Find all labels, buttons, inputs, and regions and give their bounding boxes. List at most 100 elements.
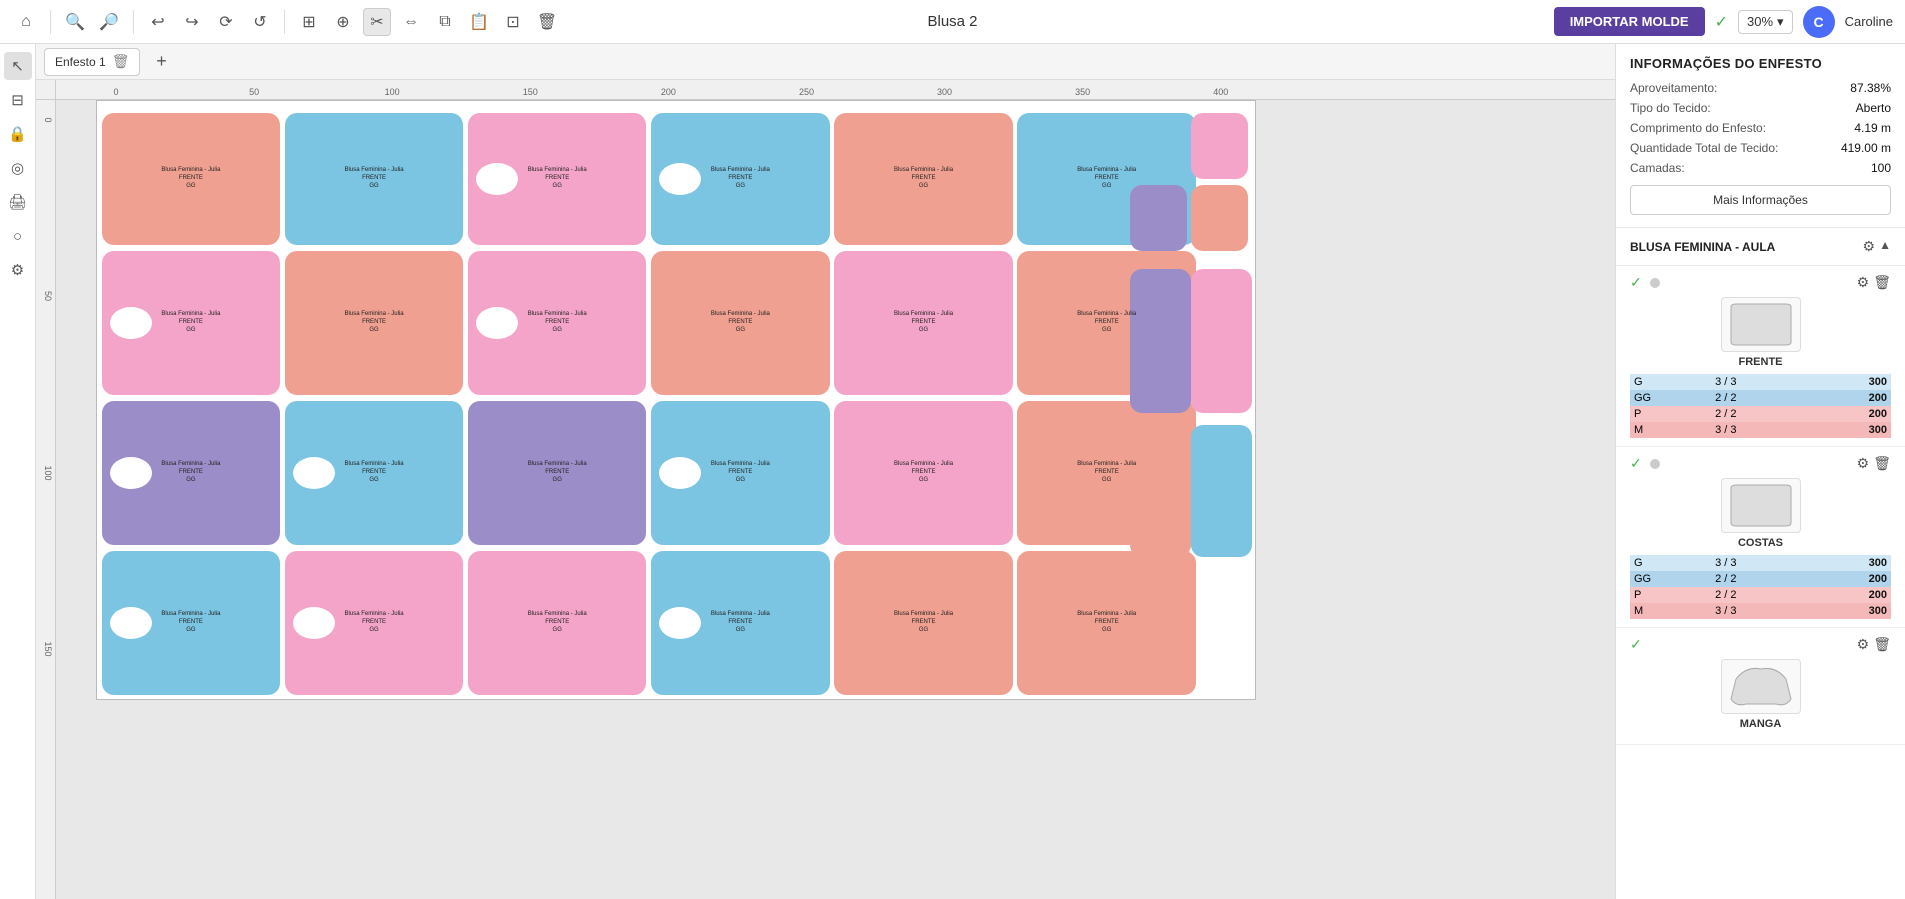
aproveitamento-label: Aproveitamento: [1630,81,1717,95]
pattern-piece[interactable]: Blusa Feminina - JuliaFRENTEGG [285,251,463,395]
zoom-control[interactable]: 30% ▾ [1738,10,1793,34]
pattern-piece[interactable]: Blusa Feminina - JuliaFRENTEGG [651,251,829,395]
pattern-piece[interactable]: Blusa Feminina - JuliaFRENTEGG [468,401,646,545]
main-area: ↖ ⊟ 🔒 ◎ 🖨 ○ ⚙ Enfesto 1 🗑 + 050100150200… [0,44,1905,899]
blusa-settings-icon[interactable]: ⚙ [1863,238,1876,255]
sidebar-settings-icon[interactable]: ⚙ [4,256,32,284]
manga-shape [1726,664,1796,709]
frente-name: FRENTE [1630,356,1891,368]
tipo-tecido-row: Tipo do Tecido: Aberto [1630,101,1891,115]
size-row: M 3 / 3 300 [1630,422,1891,438]
qtd-tecido-row: Quantidade Total de Tecido: 419.00 m [1630,141,1891,155]
qtd-tecido-label: Quantidade Total de Tecido: [1630,141,1778,155]
tab-delete-icon[interactable]: 🗑 [112,53,130,70]
manga-settings-icon[interactable]: ⚙ [1857,636,1870,653]
pattern-piece[interactable]: Blusa Feminina - JuliaFRENTEGG [468,113,646,245]
costas-thumbnail [1721,478,1801,533]
separator-3 [284,10,285,34]
manga-delete-icon[interactable]: 🗑 [1873,636,1891,653]
size-row: P 2 / 2 200 [1630,406,1891,422]
duplicate-icon[interactable]: ⊡ [499,8,527,36]
sidebar-select-icon[interactable]: ↖ [4,52,32,80]
pattern-piece[interactable]: Blusa Feminina - JuliaFRENTEGG [285,551,463,695]
pattern-piece[interactable]: Blusa Feminina - JuliaFRENTEGG [468,551,646,695]
zoom-out-icon[interactable]: 🔎 [95,8,123,36]
snap-icon[interactable]: ⊕ [329,8,357,36]
manga-name: MANGA [1630,718,1891,730]
blusa-header: BLUSA FEMININA - AULA ⚙ ▲ [1616,228,1905,266]
confirm-icon[interactable]: ✓ [1715,12,1728,32]
comprimento-label: Comprimento do Enfesto: [1630,121,1766,135]
pattern-piece[interactable]: Blusa Feminina - JuliaFRENTEGG [285,401,463,545]
sidebar-pieces-icon[interactable]: ⊟ [4,86,32,114]
user-name: Caroline [1845,14,1893,29]
avatar[interactable]: C [1803,6,1835,38]
pattern-piece[interactable]: Blusa Feminina - JuliaFRENTEGG [651,401,829,545]
pattern-piece[interactable]: Blusa Feminina - JuliaFRENTEGG [102,113,280,245]
zoom-in-icon[interactable]: 🔍 [61,8,89,36]
pattern-piece[interactable]: Blusa Feminina - JuliaFRENTEGG [285,113,463,245]
pattern-piece[interactable] [1130,425,1191,557]
pattern-piece[interactable]: Blusa Feminina - JuliaFRENTEGG [834,113,1012,245]
pattern-piece[interactable]: Blusa Feminina - JuliaFRENTEGG [102,251,280,395]
sidebar-circle-icon[interactable]: ○ [4,222,32,250]
blusa-actions: ⚙ ▲ [1863,238,1891,255]
copy-icon[interactable]: ⧉ [431,8,459,36]
pattern-piece[interactable] [1191,185,1247,251]
sidebar-target-icon[interactable]: ◎ [4,154,32,182]
pattern-piece[interactable]: Blusa Feminina - JuliaFRENTEGG [1017,551,1195,695]
piece-manga: ✓ ⚙ 🗑 MANGA [1616,628,1905,745]
toolbar: ⌂ 🔍 🔎 ↩ ↪ ⟳ ↺ ⊞ ⊕ ✂ ⇔ ⧉ 📋 ⊡ 🗑 Blusa 2 IM… [0,0,1905,44]
pattern-piece[interactable] [1130,269,1191,413]
tipo-tecido-value: Aberto [1856,101,1891,115]
piece-frente-header: ✓ ⚙ 🗑 [1630,274,1891,291]
pattern-piece[interactable] [1130,185,1186,251]
left-sidebar: ↖ ⊟ 🔒 ◎ 🖨 ○ ⚙ [0,44,36,899]
pattern-piece[interactable]: Blusa Feminina - JuliaFRENTEGG [834,401,1012,545]
scissors-icon[interactable]: ✂ [363,8,391,36]
undo-icon[interactable]: ↩ [144,8,172,36]
ruler-corner [36,80,56,100]
mais-informacoes-button[interactable]: Mais Informações [1630,185,1891,215]
pattern-piece[interactable] [1191,269,1252,413]
reset-icon[interactable]: ⟳ [212,8,240,36]
pattern-piece[interactable]: Blusa Feminina - JuliaFRENTEGG [468,251,646,395]
pattern-piece[interactable] [1191,425,1252,557]
sidebar-lock-icon[interactable]: 🔒 [4,120,32,148]
sidebar-print-icon[interactable]: 🖨 [4,188,32,216]
blusa-chevron-icon[interactable]: ▲ [1879,238,1891,255]
canvas-container[interactable]: 050100150200250300350400 050100150 Blusa… [36,80,1615,899]
piece-costas: ✓ ⚙ 🗑 COSTAS G 3 / 3 300GG [1616,447,1905,628]
pattern-piece[interactable]: Blusa Feminina - JuliaFRENTEGG [102,551,280,695]
costas-delete-icon[interactable]: 🗑 [1873,455,1891,472]
pattern-piece[interactable]: Blusa Feminina - JuliaFRENTEGG [834,251,1012,395]
document-title: Blusa 2 [927,13,977,30]
home-icon[interactable]: ⌂ [12,8,40,36]
piece-costas-header: ✓ ⚙ 🗑 [1630,455,1891,472]
align-icon[interactable]: ⇔ [397,8,425,36]
frente-settings-icon[interactable]: ⚙ [1857,274,1870,291]
size-row: GG 2 / 2 200 [1630,571,1891,587]
aproveitamento-row: Aproveitamento: 87.38% [1630,81,1891,95]
grid-icon[interactable]: ⊞ [295,8,323,36]
pattern-piece[interactable]: Blusa Feminina - JuliaFRENTEGG [102,401,280,545]
redo-icon[interactable]: ↪ [178,8,206,36]
piece-frente: ✓ ⚙ 🗑 FRENTE G 3 / 3 300GG [1616,266,1905,447]
pattern-piece[interactable]: Blusa Feminina - JuliaFRENTEGG [834,551,1012,695]
pattern-piece[interactable] [1130,113,1186,179]
pattern-piece[interactable] [1191,113,1247,179]
pattern-piece[interactable]: Blusa Feminina - JuliaFRENTEGG [651,551,829,695]
costas-settings-icon[interactable]: ⚙ [1857,455,1870,472]
paste-icon[interactable]: 📋 [465,8,493,36]
import-molde-button[interactable]: IMPORTAR MOLDE [1554,7,1705,36]
tab-enfesto-1[interactable]: Enfesto 1 🗑 [44,48,140,76]
aproveitamento-value: 87.38% [1850,81,1891,95]
add-tab-button[interactable]: + [148,49,174,75]
delete-icon[interactable]: 🗑 [533,8,561,36]
frente-delete-icon[interactable]: 🗑 [1873,274,1891,291]
frente-thumbnail [1721,297,1801,352]
fabric-canvas[interactable]: Blusa Feminina - JuliaFRENTEGGBlusa Femi… [96,100,1256,700]
pattern-piece[interactable]: Blusa Feminina - JuliaFRENTEGG [651,113,829,245]
zoom-chevron: ▾ [1777,14,1784,30]
refresh-icon[interactable]: ↺ [246,8,274,36]
